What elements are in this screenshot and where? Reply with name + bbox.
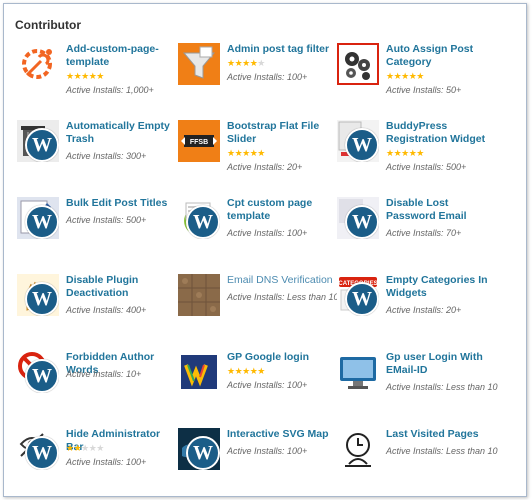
rating-stars: ★★★★★ — [66, 443, 104, 453]
rating-stars: ★★★★★ — [66, 71, 104, 81]
rating-stars: ★★★★★ — [386, 148, 424, 158]
pencil-wordpress-icon[interactable]: W — [17, 197, 59, 239]
plugin-name-link[interactable]: Bulk Edit Post Titles — [66, 197, 178, 210]
plugin-name-link[interactable]: Auto Assign Post Category — [386, 43, 498, 69]
active-installs: Active Installs: Less than 10 — [227, 292, 339, 302]
ffsb-icon[interactable]: FFSB — [178, 120, 220, 162]
plugin-card[interactable]: GP Google login ★★★★★ Active Installs: 100… — [178, 351, 338, 421]
active-installs: Active Installs: 500+ — [66, 215, 147, 225]
rating-stars: ★★★★★ — [386, 71, 424, 81]
active-installs: Active Installs: 70+ — [386, 228, 462, 238]
active-installs: Active Installs: 100+ — [227, 380, 308, 390]
plugin-card[interactable]: CATEGORIESW Empty Categories In Widgets Ac… — [337, 274, 497, 344]
funnel-icon[interactable] — [178, 43, 220, 85]
brown-pattern-icon[interactable] — [178, 274, 220, 316]
forbidden-wordpress-icon[interactable]: W — [17, 351, 59, 393]
plugin-card[interactable]: W Hide Administrator Bar ★★★★★ Active Insta… — [17, 428, 177, 498]
plugin-card[interactable]: W Disable Plugin Deactivation Active Insta… — [17, 274, 177, 344]
plugin-card[interactable]: W Bulk Edit Post Titles Active Installs: 5… — [17, 197, 177, 267]
rating-stars: ★★★★★ — [227, 148, 265, 158]
eye-wordpress-icon[interactable]: W — [17, 428, 59, 470]
plugin-card[interactable]: W Forbidden Author Words Active Installs: … — [17, 351, 177, 421]
active-installs: Active Installs: 100+ — [227, 446, 308, 456]
active-installs: Active Installs: 100+ — [227, 72, 308, 82]
active-installs: Active Installs: 100+ — [66, 457, 147, 467]
plugin-card[interactable]: Gp user Login With EMail-ID Active Instal… — [337, 351, 498, 421]
plugin-card[interactable]: W Automatically Empty Trash Active Install… — [17, 120, 177, 190]
trash-wordpress-icon[interactable]: W — [17, 120, 59, 162]
monitor-icon[interactable] — [337, 351, 379, 393]
plugin-card[interactable]: W Disable Lost Password Email Active Insta… — [337, 197, 497, 267]
active-installs: Active Installs: 10+ — [66, 369, 142, 379]
recycle-wordpress-icon[interactable]: W — [178, 197, 220, 239]
plugin-grid: Add-custom-page-template ★★★★★ Active Inst… — [0, 0, 532, 500]
active-installs: Active Installs: 50+ — [386, 85, 462, 95]
rating-stars: ★★★★★ — [227, 58, 265, 68]
plugin-card[interactable]: Add-custom-page-template ★★★★★ Active Inst… — [17, 43, 177, 113]
plugin-name-link[interactable]: Bootstrap Flat File Slider — [227, 120, 339, 146]
gear-wrench-icon[interactable] — [17, 43, 59, 85]
hand-wordpress-icon[interactable]: W — [17, 274, 59, 316]
plugin-name-link[interactable]: Admin post tag filter — [227, 43, 339, 56]
map-wordpress-icon[interactable]: W — [178, 428, 220, 470]
plugin-name-link[interactable]: Disable Plugin Deactivation — [66, 274, 178, 300]
active-installs: Active Installs: 1,000+ — [66, 85, 154, 95]
plugin-card[interactable]: W Interactive SVG Map Active Installs: 100… — [178, 428, 338, 498]
plugin-card[interactable]: FFSB Bootstrap Flat File Slider ★★★★★ Activ… — [178, 120, 338, 190]
active-installs: Active Installs: Less than 10 — [386, 446, 498, 456]
svg-text:FFSB: FFSB — [190, 139, 208, 146]
plugin-name-link[interactable]: Interactive SVG Map — [227, 428, 339, 441]
plugin-card[interactable]: Admin post tag filter ★★★★★ Active Install… — [178, 43, 338, 113]
categories-icon[interactable]: CATEGORIESW — [337, 274, 379, 316]
plugin-card[interactable]: Last Visited Pages Active Installs: Less … — [337, 428, 498, 498]
active-installs: Active Installs: 400+ — [66, 305, 147, 315]
plugin-card[interactable]: Auto Assign Post Category ★★★★★ Active Ins… — [337, 43, 497, 113]
plugin-name-link[interactable]: Empty Categories In Widgets — [386, 274, 498, 300]
plugin-name-link[interactable]: Cpt custom page template — [227, 197, 339, 223]
plugin-name-link[interactable]: Email DNS Verification — [227, 274, 339, 287]
buddypress-icon[interactable]: W — [337, 120, 379, 162]
plugin-name-link[interactable]: Last Visited Pages — [386, 428, 498, 441]
active-installs: Active Installs: 20+ — [386, 305, 462, 315]
plugin-name-link[interactable]: BuddyPress Registration Widget — [386, 120, 498, 146]
gears-icon[interactable] — [337, 43, 379, 85]
plugin-card[interactable]: W Cpt custom page template Active Installs… — [178, 197, 338, 267]
active-installs: Active Installs: 100+ — [227, 228, 308, 238]
plugin-name-link[interactable]: GP Google login — [227, 351, 339, 364]
active-installs: Active Installs: 20+ — [227, 162, 303, 172]
active-installs: Active Installs: 300+ — [66, 151, 147, 161]
plugin-name-link[interactable]: Add-custom-page-template — [66, 43, 178, 69]
rating-stars: ★★★★★ — [227, 366, 265, 376]
plugin-name-link[interactable]: Disable Lost Password Email — [386, 197, 498, 223]
active-installs: Active Installs: Less than 10 — [386, 382, 498, 392]
plugin-card[interactable]: W BuddyPress Registration Widget ★★★★★ Acti… — [337, 120, 497, 190]
plugin-name-link[interactable]: Gp user Login With EMail-ID — [386, 351, 498, 377]
google-w-icon[interactable] — [178, 351, 220, 393]
plugin-card[interactable]: Email DNS Verification Active Installs: L… — [178, 274, 339, 344]
wordpress-icon[interactable]: W — [337, 197, 379, 239]
active-installs: Active Installs: 500+ — [386, 162, 467, 172]
plugin-name-link[interactable]: Automatically Empty Trash — [66, 120, 178, 146]
clock-person-icon[interactable] — [337, 428, 379, 470]
